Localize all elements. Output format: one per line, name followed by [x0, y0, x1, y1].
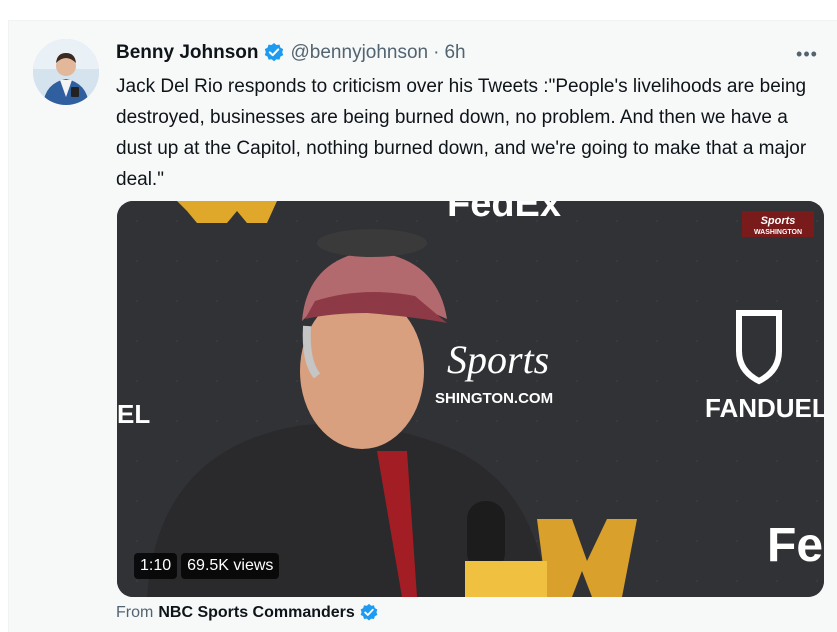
tweet-text: Jack Del Rio responds to criticism over … [116, 76, 807, 190]
from-label: From [116, 604, 154, 621]
broadcaster-bug-line2: WASHINGTON [754, 229, 802, 236]
fedex-bottom-logo: Fe [767, 519, 823, 572]
verified-badge-icon [263, 42, 285, 64]
fanduel-logo-text: FANDUEL [705, 393, 824, 423]
video-source: From NBC Sports Commanders [116, 603, 379, 623]
avatar[interactable] [33, 39, 99, 105]
source-verified-badge-icon [359, 603, 379, 623]
header-separator: · [433, 42, 440, 63]
tweet-header: Benny Johnson @bennyjohnson · 6h [116, 41, 466, 65]
tweet-card[interactable]: Benny Johnson @bennyjohnson · 6h ••• Jac… [8, 20, 837, 632]
author-name[interactable]: Benny Johnson [116, 42, 259, 64]
video-duration: 1:10 [134, 553, 178, 579]
sports-logo-text: Sports [447, 337, 549, 382]
el-logo-text: EL [117, 399, 150, 429]
video-frame: FedEx Sports SHINGTON.COM EL FANDUEL Fe … [117, 201, 824, 597]
video-player[interactable]: FedEx Sports SHINGTON.COM EL FANDUEL Fe … [117, 201, 824, 597]
broadcaster-bug-line1: Sports [761, 215, 796, 227]
video-views: 69.5K views [181, 553, 280, 579]
fedex-top-logo: FedEx [447, 201, 561, 225]
top-strip [0, 0, 837, 20]
video-overlay: 1:10 69.5K views [134, 553, 280, 579]
tweet-timestamp[interactable]: 6h [444, 42, 465, 64]
source-account-link[interactable]: NBC Sports Commanders [158, 604, 354, 622]
more-options-icon[interactable]: ••• [792, 39, 822, 69]
author-handle[interactable]: @bennyjohnson [291, 42, 429, 64]
washington-com-text: SHINGTON.COM [435, 390, 553, 407]
